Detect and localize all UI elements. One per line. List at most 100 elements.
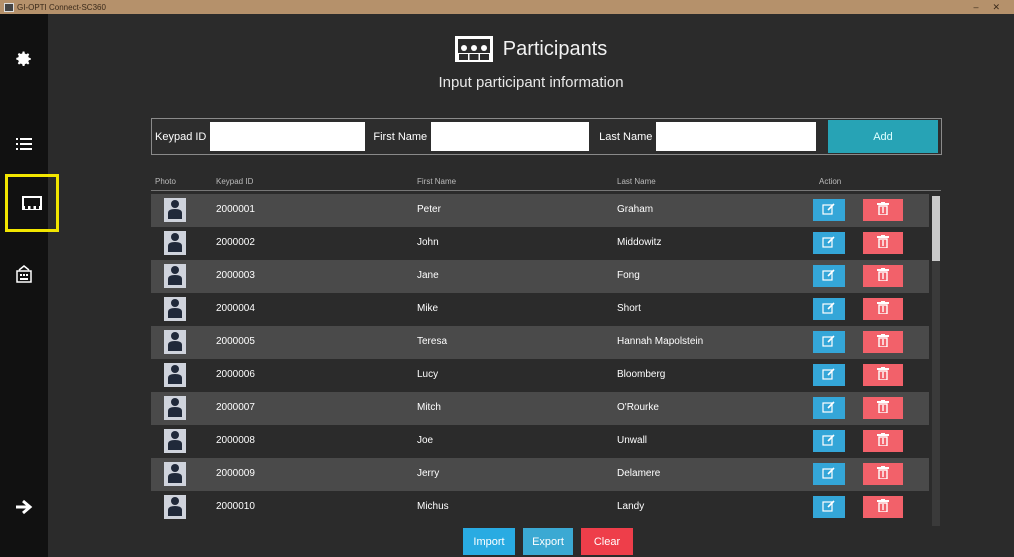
first-name-input[interactable] [431, 122, 590, 151]
edit-button[interactable] [813, 331, 845, 353]
scrollbar-thumb[interactable] [932, 196, 940, 261]
keypad-id-input[interactable] [210, 122, 366, 151]
last-name-cell: Bloomberg [617, 369, 666, 380]
delete-button[interactable] [863, 430, 903, 452]
last-name-input[interactable] [656, 122, 817, 151]
footer-actions: Import Export Clear [463, 528, 633, 555]
first-name-cell: Jane [417, 270, 439, 281]
last-name-cell: O'Rourke [617, 402, 659, 413]
page-subtitle: Input participant information [438, 74, 624, 91]
edit-icon [822, 301, 836, 317]
first-name-cell: Jerry [417, 468, 440, 479]
title-bar: GI-OPTI Connect-SC360 – ✕ [0, 0, 1014, 14]
export-button[interactable]: Export [523, 528, 573, 555]
delete-button[interactable] [863, 199, 903, 221]
first-name-cell: Lucy [417, 369, 439, 380]
keypad-id-cell: 2000003 [216, 270, 255, 281]
window-title: GI-OPTI Connect-SC360 [17, 2, 106, 12]
table-row[interactable]: 2000009 Jerry Delamere [151, 458, 929, 491]
edit-button[interactable] [813, 463, 845, 485]
last-name-label: Last Name [599, 130, 653, 143]
participant-photo [164, 396, 186, 420]
keypad-id-cell: 2000002 [216, 237, 255, 248]
scrollbar[interactable] [932, 196, 940, 526]
participant-photo [164, 330, 186, 354]
first-name-cell: Joe [417, 435, 434, 446]
close-icon[interactable]: ✕ [992, 2, 1000, 13]
participant-photo [164, 297, 186, 321]
participant-photo [164, 363, 186, 387]
minimize-icon[interactable]: – [973, 2, 978, 12]
keypad-id-cell: 2000010 [216, 501, 255, 512]
delete-button[interactable] [863, 265, 903, 287]
table-row[interactable]: 2000008 Joe Unwall [151, 425, 929, 458]
delete-button[interactable] [863, 496, 903, 518]
app-icon [4, 2, 14, 12]
edit-button[interactable] [813, 430, 845, 452]
participant-photo [164, 231, 186, 255]
delete-button[interactable] [863, 232, 903, 254]
keypad-id-cell: 2000001 [216, 204, 255, 215]
page-title: Participants [502, 37, 608, 60]
person-icon [168, 298, 182, 321]
participant-photo [164, 495, 186, 519]
last-name-cell: Middowitz [617, 237, 662, 248]
table-row[interactable]: 2000004 Mike Short [151, 293, 929, 326]
table-row[interactable]: 2000001 Peter Graham [151, 194, 929, 227]
last-name-cell: Fong [617, 270, 640, 281]
table-row[interactable]: 2000006 Lucy Bloomberg [151, 359, 929, 392]
participants-icon [454, 36, 493, 62]
keypad-id-cell: 2000006 [216, 369, 255, 380]
keypad-id-cell: 2000004 [216, 303, 255, 314]
keypad-id-cell: 2000005 [216, 336, 255, 347]
edit-button[interactable] [813, 265, 845, 287]
edit-button[interactable] [813, 364, 845, 386]
gear-icon [16, 51, 31, 67]
clear-button[interactable]: Clear [581, 528, 633, 555]
keypad-id-label: Keypad ID [155, 130, 207, 143]
trash-icon [877, 268, 889, 284]
edit-button[interactable] [813, 232, 845, 254]
table-row[interactable]: 2000002 John Middowitz [151, 227, 929, 260]
main-content: Participants Input participant informati… [48, 14, 1014, 557]
sidebar-item-keypad[interactable] [0, 254, 48, 294]
edit-icon [822, 235, 836, 251]
delete-button[interactable] [863, 364, 903, 386]
first-name-cell: Michus [417, 501, 449, 512]
edit-button[interactable] [813, 298, 845, 320]
participant-photo [164, 198, 186, 222]
edit-button[interactable] [813, 496, 845, 518]
participant-form: Keypad ID First Name Last Name Add [151, 118, 942, 155]
edit-button[interactable] [813, 397, 845, 419]
first-name-cell: Mike [417, 303, 439, 314]
table-row[interactable]: 2000010 Michus Landy [151, 491, 929, 524]
sidebar-item-next[interactable] [0, 487, 48, 527]
delete-button[interactable] [863, 397, 903, 419]
trash-icon [877, 400, 889, 416]
edit-icon [822, 433, 836, 449]
person-icon [168, 397, 182, 420]
edit-icon [822, 334, 836, 350]
table-row[interactable]: 2000007 Mitch O'Rourke [151, 392, 929, 425]
edit-button[interactable] [813, 199, 845, 221]
trash-icon [877, 202, 889, 218]
participants-icon [22, 196, 42, 210]
delete-button[interactable] [863, 298, 903, 320]
column-header-last-name: Last Name [617, 177, 656, 186]
import-button[interactable]: Import [463, 528, 515, 555]
column-header-first-name: First Name [417, 177, 457, 186]
table-row[interactable]: 2000003 Jane Fong [151, 260, 929, 293]
edit-icon [822, 202, 836, 218]
trash-icon [877, 499, 889, 515]
sidebar-item-settings[interactable] [0, 39, 48, 79]
keypad-id-cell: 2000008 [216, 435, 255, 446]
first-name-cell: Peter [417, 204, 441, 215]
column-header-photo: Photo [155, 177, 176, 186]
sidebar-item-list[interactable] [0, 124, 48, 164]
delete-button[interactable] [863, 463, 903, 485]
trash-icon [877, 301, 889, 317]
delete-button[interactable] [863, 331, 903, 353]
add-button[interactable]: Add [828, 120, 938, 153]
person-icon [168, 463, 182, 486]
table-row[interactable]: 2000005 Teresa Hannah Mapolstein [151, 326, 929, 359]
